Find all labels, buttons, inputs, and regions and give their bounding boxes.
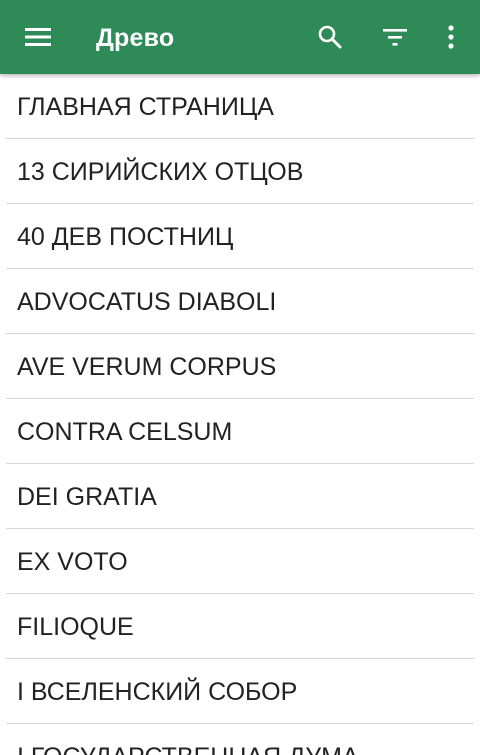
filter-icon [383, 29, 407, 46]
list-item[interactable]: ADVOCATUS DIABOLI [6, 269, 474, 334]
list-item[interactable]: EX VOTO [6, 529, 474, 594]
list-item[interactable]: CONTRA CELSUM [6, 399, 474, 464]
list-item[interactable]: 40 ДЕВ ПОСТНИЦ [6, 204, 474, 269]
list-item-label: EX VOTO [17, 548, 128, 576]
list-item[interactable]: I ВСЕЛЕНСКИЙ СОБОР [6, 659, 474, 724]
menu-button[interactable] [14, 0, 62, 74]
app-title: Древо [96, 24, 175, 52]
list-item-label: 13 СИРИЙСКИХ ОТЦОВ [17, 158, 304, 186]
list-item-label: DEI GRATIA [17, 483, 157, 511]
list-item[interactable]: AVE VERUM CORPUS [6, 334, 474, 399]
list-item-label: 40 ДЕВ ПОСТНИЦ [17, 223, 234, 251]
hamburger-menu-icon [25, 28, 51, 46]
search-icon [318, 25, 342, 49]
filter-button[interactable] [371, 0, 419, 74]
list-item[interactable]: DEI GRATIA [6, 464, 474, 529]
more-options-button[interactable] [427, 0, 475, 74]
list-item-label: CONTRA CELSUM [17, 418, 233, 446]
list-item-label: ADVOCATUS DIABOLI [17, 288, 277, 316]
list-item-label: ГЛАВНАЯ СТРАНИЦА [17, 93, 274, 121]
list-item-label: AVE VERUM CORPUS [17, 353, 277, 381]
more-vertical-icon [448, 25, 454, 49]
list-item[interactable]: 13 СИРИЙСКИХ ОТЦОВ [6, 139, 474, 204]
topic-list: ГЛАВНАЯ СТРАНИЦА 13 СИРИЙСКИХ ОТЦОВ 40 Д… [0, 74, 480, 755]
list-item[interactable]: FILIOQUE [6, 594, 474, 659]
list-item-label: I ВСЕЛЕНСКИЙ СОБОР [17, 678, 298, 706]
list-item[interactable]: ГЛАВНАЯ СТРАНИЦА [6, 74, 474, 139]
list-item-label: I ГОСУДАРСТВЕННАЯ ДУМА [17, 724, 359, 755]
app-bar: Древо [0, 0, 480, 74]
list-item-label: FILIOQUE [17, 613, 134, 641]
search-button[interactable] [306, 0, 354, 74]
list-item[interactable]: I ГОСУДАРСТВЕННАЯ ДУМА [6, 724, 474, 755]
